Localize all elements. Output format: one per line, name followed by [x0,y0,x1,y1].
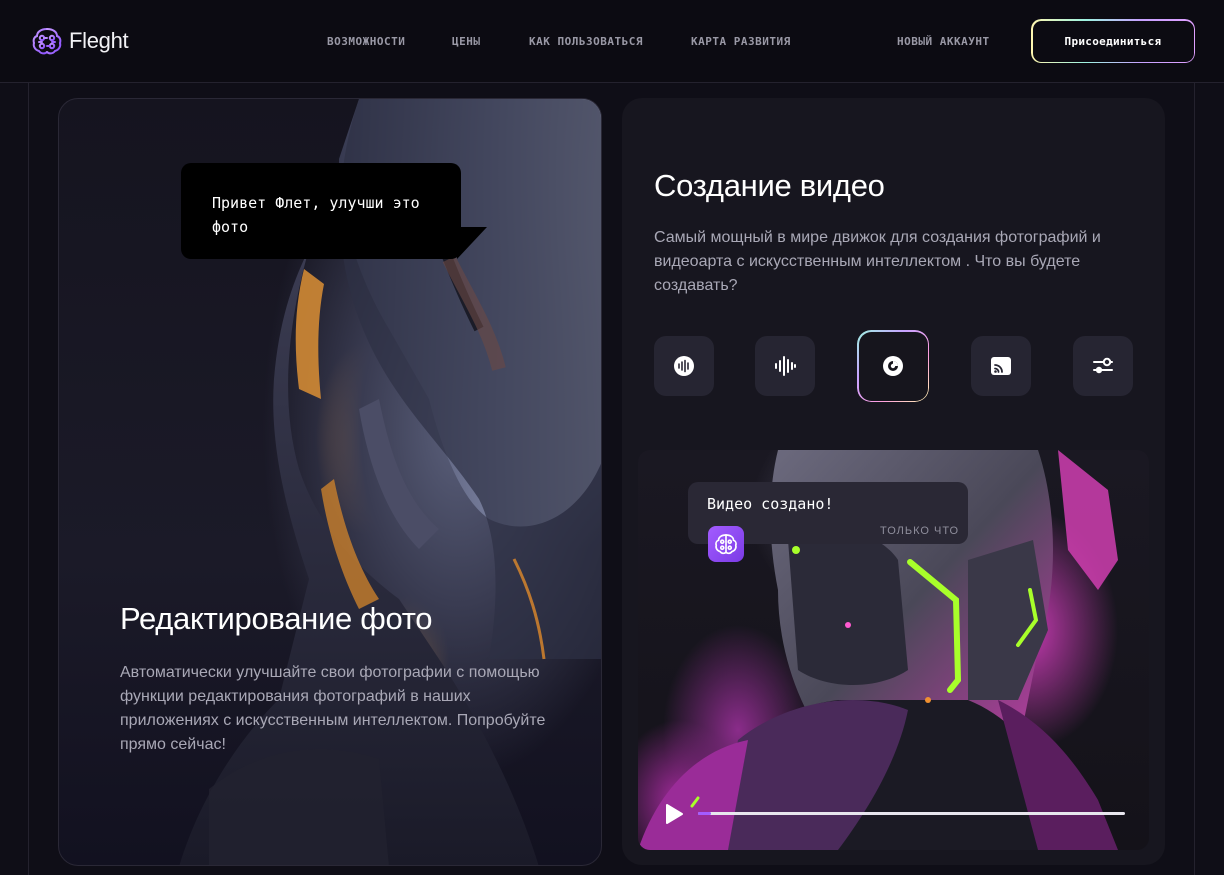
tool-voice-button[interactable] [654,336,714,396]
tool-audio-button[interactable] [755,336,815,396]
new-account-link[interactable]: Новый аккаунт [897,35,990,48]
brain-logo-icon [32,28,62,55]
tool-cast-button[interactable] [971,336,1031,396]
top-header: Fleght Возможности Цены Как пользоваться… [0,0,1224,83]
voice-wave-icon [674,356,694,376]
video-disc-icon [883,356,903,376]
logo[interactable]: Fleght [31,25,129,57]
frame-line-left [28,83,29,875]
nav-pricing[interactable]: Цены [452,35,481,48]
tool-video-button[interactable] [857,330,929,402]
play-icon[interactable] [662,802,686,826]
assistant-avatar [708,526,744,562]
prompt-bubble-tail [457,227,487,259]
status-bubble-text: Видео создано! [707,495,834,513]
video-preview[interactable]: Видео создано! только что [638,450,1149,850]
video-creation-description: Самый мощный в мире движок для создания … [654,229,1101,294]
nav-how-to-use[interactable]: Как пользоваться [529,35,643,48]
brain-avatar-icon [715,534,737,555]
join-button-label: Присоединиться [1064,34,1162,48]
video-creation-card: Создание видео Самый мощный в мире движо… [622,98,1165,865]
join-button[interactable]: Присоединиться [1031,19,1195,63]
audio-bars-icon [775,356,796,376]
nav-features[interactable]: Возможности [327,35,405,48]
nav-roadmap[interactable]: Карта развития [691,35,791,48]
photo-editing-title: Редактирование фото [120,601,433,636]
cast-icon [991,357,1011,375]
video-creation-title: Создание видео [654,168,885,203]
prompt-bubble: Привет Флет, улучши это фото [181,163,461,259]
tool-settings-button[interactable] [1073,336,1133,396]
video-progress-fill [698,812,711,815]
photo-editing-card: Привет Флет, улучши это фото Редактирова… [58,98,602,866]
video-progress-bar[interactable] [698,812,1125,815]
status-bubble-time: только что [880,525,960,537]
photo-editing-description: Автоматически улучшайте свои фотографии … [120,664,546,753]
frame-line-right [1194,83,1195,875]
sliders-icon [1093,357,1113,374]
prompt-bubble-text: Привет Флет, улучши это фото [212,194,420,236]
logo-text: Fleght [69,28,129,53]
